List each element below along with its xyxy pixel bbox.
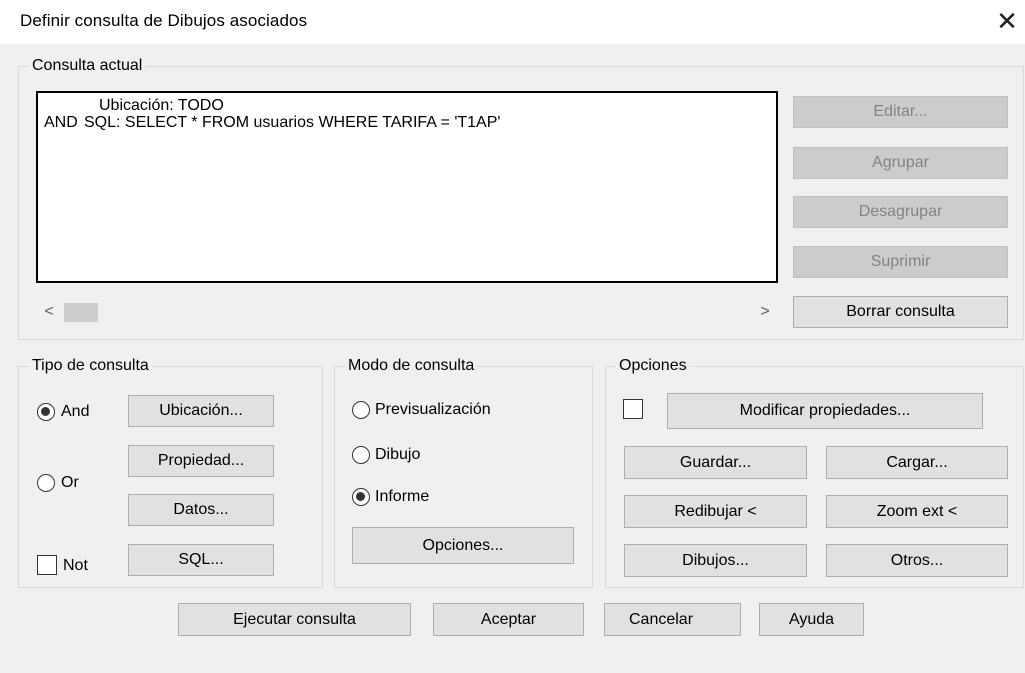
load-button[interactable]: Cargar... [826, 446, 1008, 479]
title-bar: Definir consulta de Dibujos asociados ✕ [0, 0, 1025, 44]
others-button[interactable]: Otros... [826, 544, 1008, 577]
draw-label: Dibujo [375, 446, 421, 463]
mode-options-button[interactable]: Opciones... [352, 527, 574, 564]
preview-label: Previsualización [375, 401, 491, 418]
scroll-left-icon[interactable]: < [38, 301, 60, 323]
query-type-group-label: Tipo de consulta [29, 356, 152, 376]
modify-properties-button[interactable]: Modificar propiedades... [667, 393, 983, 429]
report-label: Informe [375, 488, 430, 505]
save-button[interactable]: Guardar... [624, 446, 807, 479]
data-button[interactable]: Datos... [128, 494, 274, 526]
zoom-ext-button[interactable]: Zoom ext < [826, 495, 1008, 528]
edit-button[interactable]: Editar... [793, 96, 1008, 128]
sql-button[interactable]: SQL... [128, 544, 274, 576]
ok-button[interactable]: Aceptar [433, 603, 584, 636]
query-line-text: SQL: SELECT * FROM usuarios WHERE TARIFA… [84, 114, 501, 131]
query-line-operator [44, 97, 99, 114]
not-checkbox[interactable] [37, 555, 57, 575]
help-button[interactable]: Ayuda [759, 603, 864, 636]
and-label: And [61, 403, 90, 420]
drawings-button[interactable]: Dibujos... [624, 544, 807, 577]
scroll-thumb[interactable] [64, 303, 98, 322]
window-title: Definir consulta de Dibujos asociados [20, 11, 308, 30]
or-radio[interactable] [37, 474, 55, 492]
close-icon[interactable]: ✕ [992, 6, 1022, 36]
not-label: Not [63, 557, 88, 574]
draw-radio[interactable] [352, 446, 370, 464]
query-mode-group-label: Modo de consulta [345, 356, 478, 376]
clear-query-button[interactable]: Borrar consulta [793, 296, 1008, 328]
query-line-operator: AND [44, 114, 78, 131]
group-button[interactable]: Agrupar [793, 147, 1008, 179]
query-line: Ubicación: TODO [44, 97, 770, 114]
preview-radio[interactable] [352, 401, 370, 419]
cancel-button[interactable]: Cancelar [604, 603, 741, 636]
query-horizontal-scrollbar[interactable]: < > [36, 301, 778, 323]
query-text-area[interactable]: Ubicación: TODO AND SQL: SELECT * FROM us… [36, 91, 778, 283]
query-line-text: Ubicación: TODO [99, 97, 224, 114]
modify-properties-checkbox[interactable] [623, 399, 643, 419]
scroll-right-icon[interactable]: > [754, 301, 776, 323]
current-query-group-label: Consulta actual [29, 56, 146, 76]
location-button[interactable]: Ubicación... [128, 395, 274, 427]
query-line: AND SQL: SELECT * FROM usuarios WHERE TAR… [44, 114, 770, 131]
and-radio[interactable] [37, 403, 55, 421]
delete-button[interactable]: Suprimir [793, 246, 1008, 278]
redraw-button[interactable]: Redibujar < [624, 495, 807, 528]
property-button[interactable]: Propiedad... [128, 445, 274, 477]
or-label: Or [61, 474, 79, 491]
execute-query-button[interactable]: Ejecutar consulta [178, 603, 411, 636]
report-radio[interactable] [352, 488, 370, 506]
options-group-label: Opciones [616, 356, 690, 376]
ungroup-button[interactable]: Desagrupar [793, 196, 1008, 228]
